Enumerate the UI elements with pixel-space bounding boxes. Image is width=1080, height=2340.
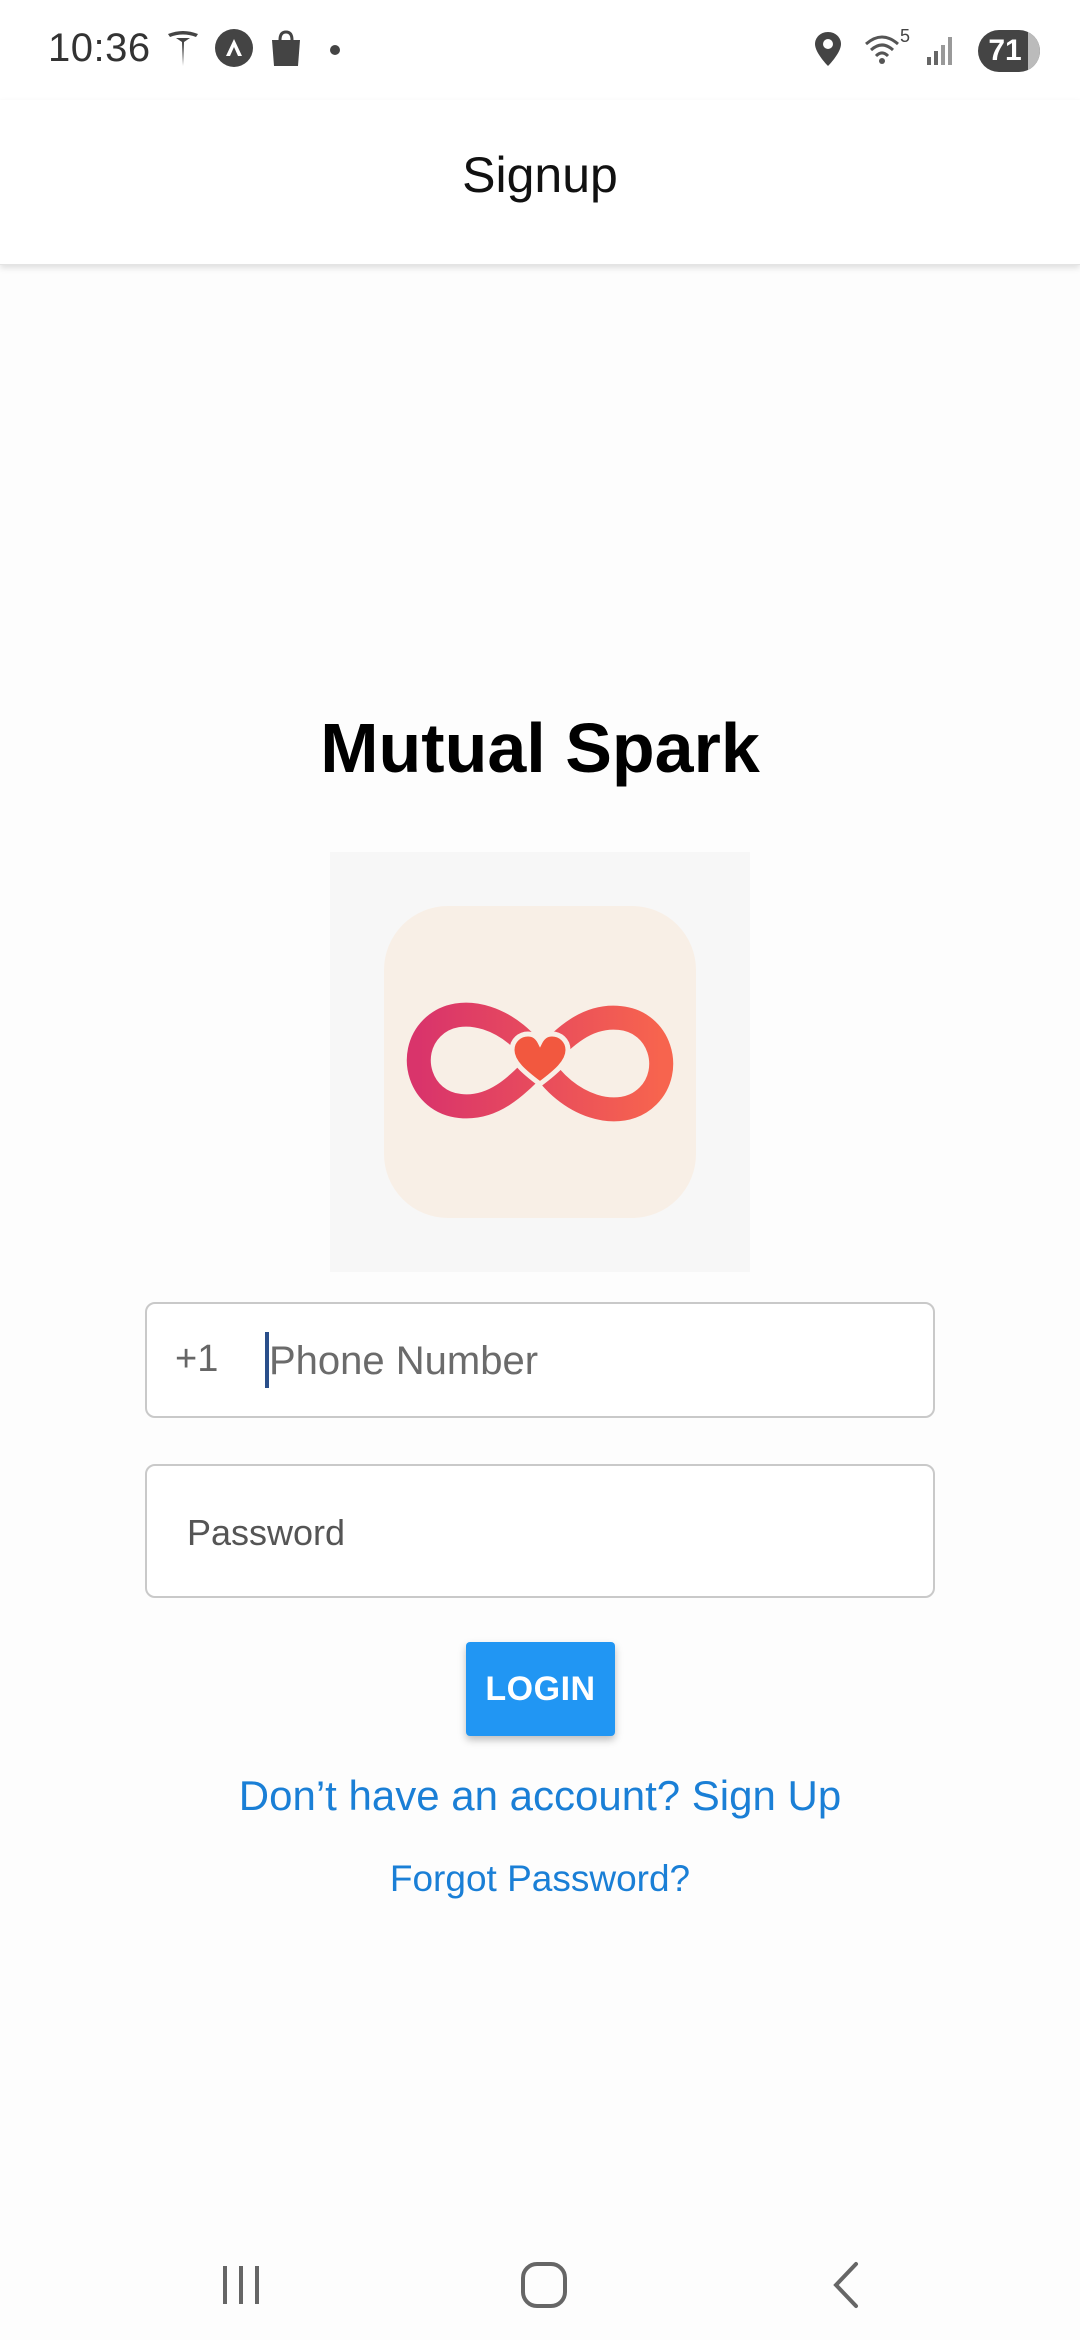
shopping-bag-icon (268, 28, 304, 73)
signal-icon (926, 33, 956, 70)
notification-dot-icon (330, 45, 340, 55)
navigation-app-icon (214, 28, 254, 73)
forgot-password-link[interactable]: Forgot Password? (0, 1858, 1080, 1900)
battery-level: 71 (988, 34, 1022, 67)
phone-number-input[interactable] (269, 1324, 909, 1398)
tesla-icon (166, 28, 200, 73)
wifi-icon: 5 (864, 26, 910, 71)
status-bar: 10:36 5 71 (0, 0, 1080, 100)
app-bar: Signup (0, 100, 1080, 265)
app-name-heading: Mutual Spark (320, 709, 760, 787)
system-nav-bar (0, 2220, 1080, 2340)
logo-tile (384, 906, 696, 1218)
recent-apps-icon[interactable] (202, 2250, 282, 2320)
battery-indicator: 71 (978, 30, 1040, 72)
password-field[interactable] (145, 1464, 935, 1598)
app-logo (330, 852, 750, 1272)
home-icon[interactable] (504, 2250, 584, 2320)
location-icon (814, 31, 842, 72)
page-title: Signup (462, 147, 618, 203)
infinity-heart-logo-icon (406, 1002, 674, 1122)
signup-link[interactable]: Don’t have an account? Sign Up (0, 1772, 1080, 1820)
phone-field[interactable]: +1 (145, 1302, 935, 1418)
country-code: +1 (175, 1338, 219, 1380)
login-button[interactable]: LOGIN (466, 1642, 615, 1736)
back-icon[interactable] (806, 2250, 886, 2320)
status-right-icons: 5 71 (814, 26, 1040, 76)
password-input[interactable] (187, 1496, 887, 1570)
status-left-icons (166, 28, 340, 72)
wifi-label: 5 (899, 25, 910, 46)
status-time: 10:36 (48, 26, 151, 70)
